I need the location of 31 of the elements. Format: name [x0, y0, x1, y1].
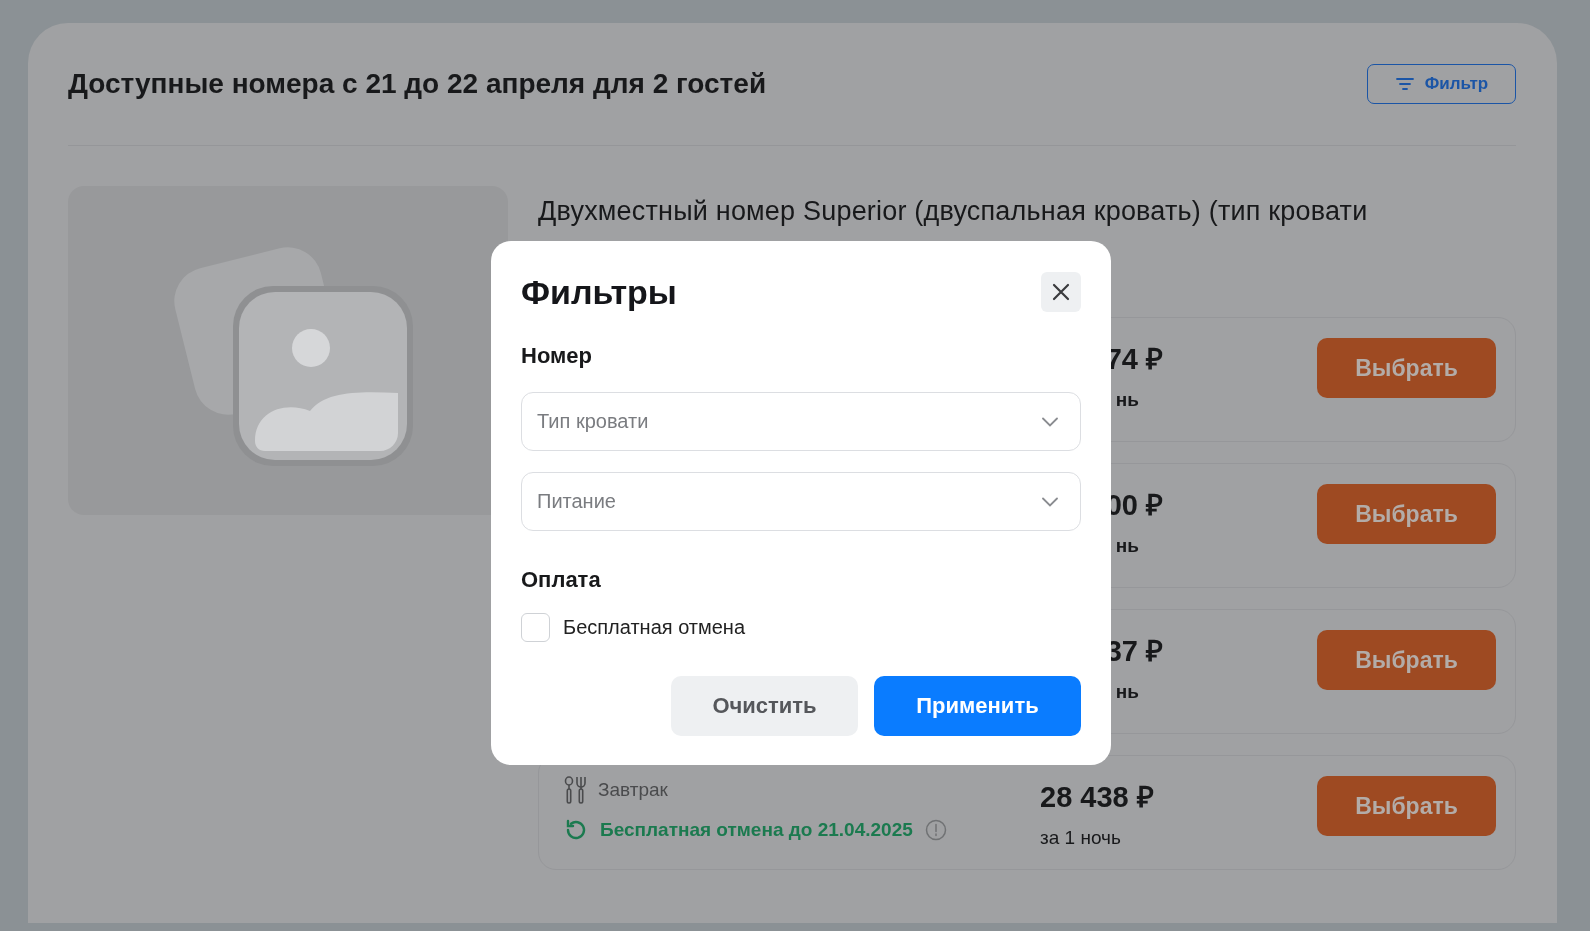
- chevron-down-icon: [1042, 416, 1058, 427]
- clear-button[interactable]: Очистить: [671, 676, 858, 736]
- fork-spoon-icon: [564, 776, 586, 804]
- price: 28 438 ₽: [1040, 780, 1155, 815]
- refresh-icon: [564, 818, 588, 842]
- apply-button[interactable]: Применить: [874, 676, 1081, 736]
- close-button[interactable]: [1041, 272, 1081, 312]
- info-icon: [924, 819, 947, 841]
- page-title: Доступные номера с 21 до 22 апреля для 2 гостей: [68, 68, 767, 100]
- select-button[interactable]: Выбрать: [1317, 338, 1496, 398]
- close-icon: [1052, 283, 1070, 301]
- per-night-label: нь: [1115, 389, 1139, 411]
- dropdown[interactable]: Питание: [521, 472, 1081, 531]
- meal-label: Завтрак: [598, 779, 668, 801]
- per-night-label: нь: [1115, 535, 1139, 557]
- chevron-down-icon: [1042, 496, 1058, 507]
- dropdown[interactable]: Тип кровати: [521, 392, 1081, 451]
- free-cancellation-text: Бесплатная отмена до 21.04.2025: [600, 819, 913, 841]
- section-heading: Номер: [521, 343, 593, 369]
- checkbox-label: Бесплатная отмена: [563, 616, 746, 639]
- filter-icon: [1394, 76, 1415, 92]
- section-heading: Оплата: [521, 567, 602, 593]
- filter-button[interactable]: Фильтр: [1367, 64, 1516, 104]
- select-button[interactable]: Выбрать: [1317, 484, 1496, 544]
- checkbox[interactable]: [521, 613, 550, 642]
- room-title: Двухместный номер Superior (двуспальная кровать) (тип кровати: [538, 195, 1369, 228]
- select-button[interactable]: Выбрать: [1317, 776, 1496, 836]
- per-night-label: за 1 ночь: [1040, 827, 1122, 849]
- per-night-label: нь: [1115, 681, 1139, 703]
- select-button[interactable]: Выбрать: [1317, 630, 1496, 690]
- dialog-title: Фильтры: [521, 272, 677, 312]
